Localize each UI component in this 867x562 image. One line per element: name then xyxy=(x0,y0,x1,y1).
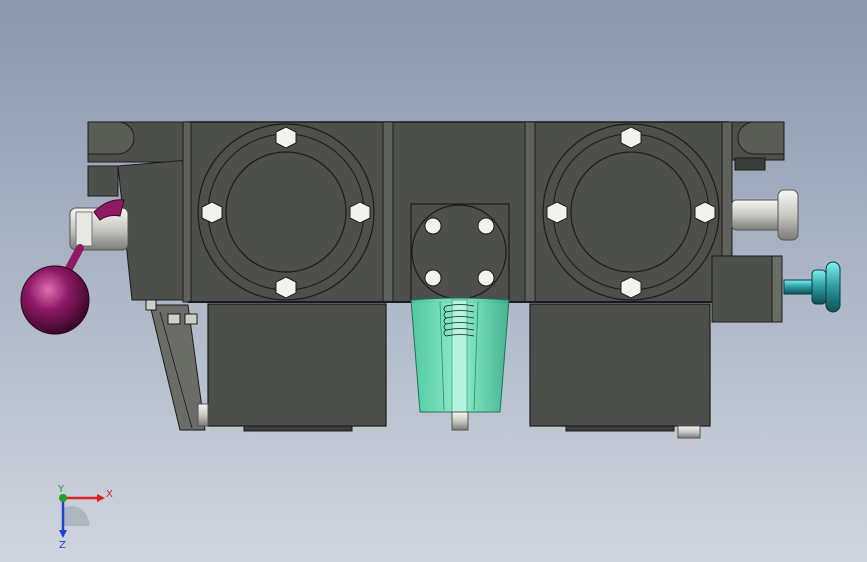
cyan-knob[interactable] xyxy=(783,261,841,313)
x-axis-arrow xyxy=(97,494,105,502)
axis-triad: X Y Z xyxy=(57,484,113,550)
x-axis-label: X xyxy=(106,489,113,500)
lever-handle[interactable] xyxy=(20,199,129,335)
z-axis-label: Z xyxy=(59,540,66,550)
assembly-model[interactable] xyxy=(0,0,867,562)
y-axis-label: Y xyxy=(57,484,65,495)
ball-knob[interactable] xyxy=(20,265,90,335)
right-pin[interactable] xyxy=(731,189,799,241)
cad-viewport[interactable]: X Y Z xyxy=(0,0,867,562)
center-valve-block[interactable] xyxy=(410,203,510,303)
lower-right-block[interactable] xyxy=(529,303,711,439)
transparent-cone[interactable] xyxy=(410,297,510,431)
z-axis-arrow xyxy=(59,530,67,538)
lower-left-block[interactable] xyxy=(197,303,387,432)
y-axis-dot xyxy=(59,494,67,502)
